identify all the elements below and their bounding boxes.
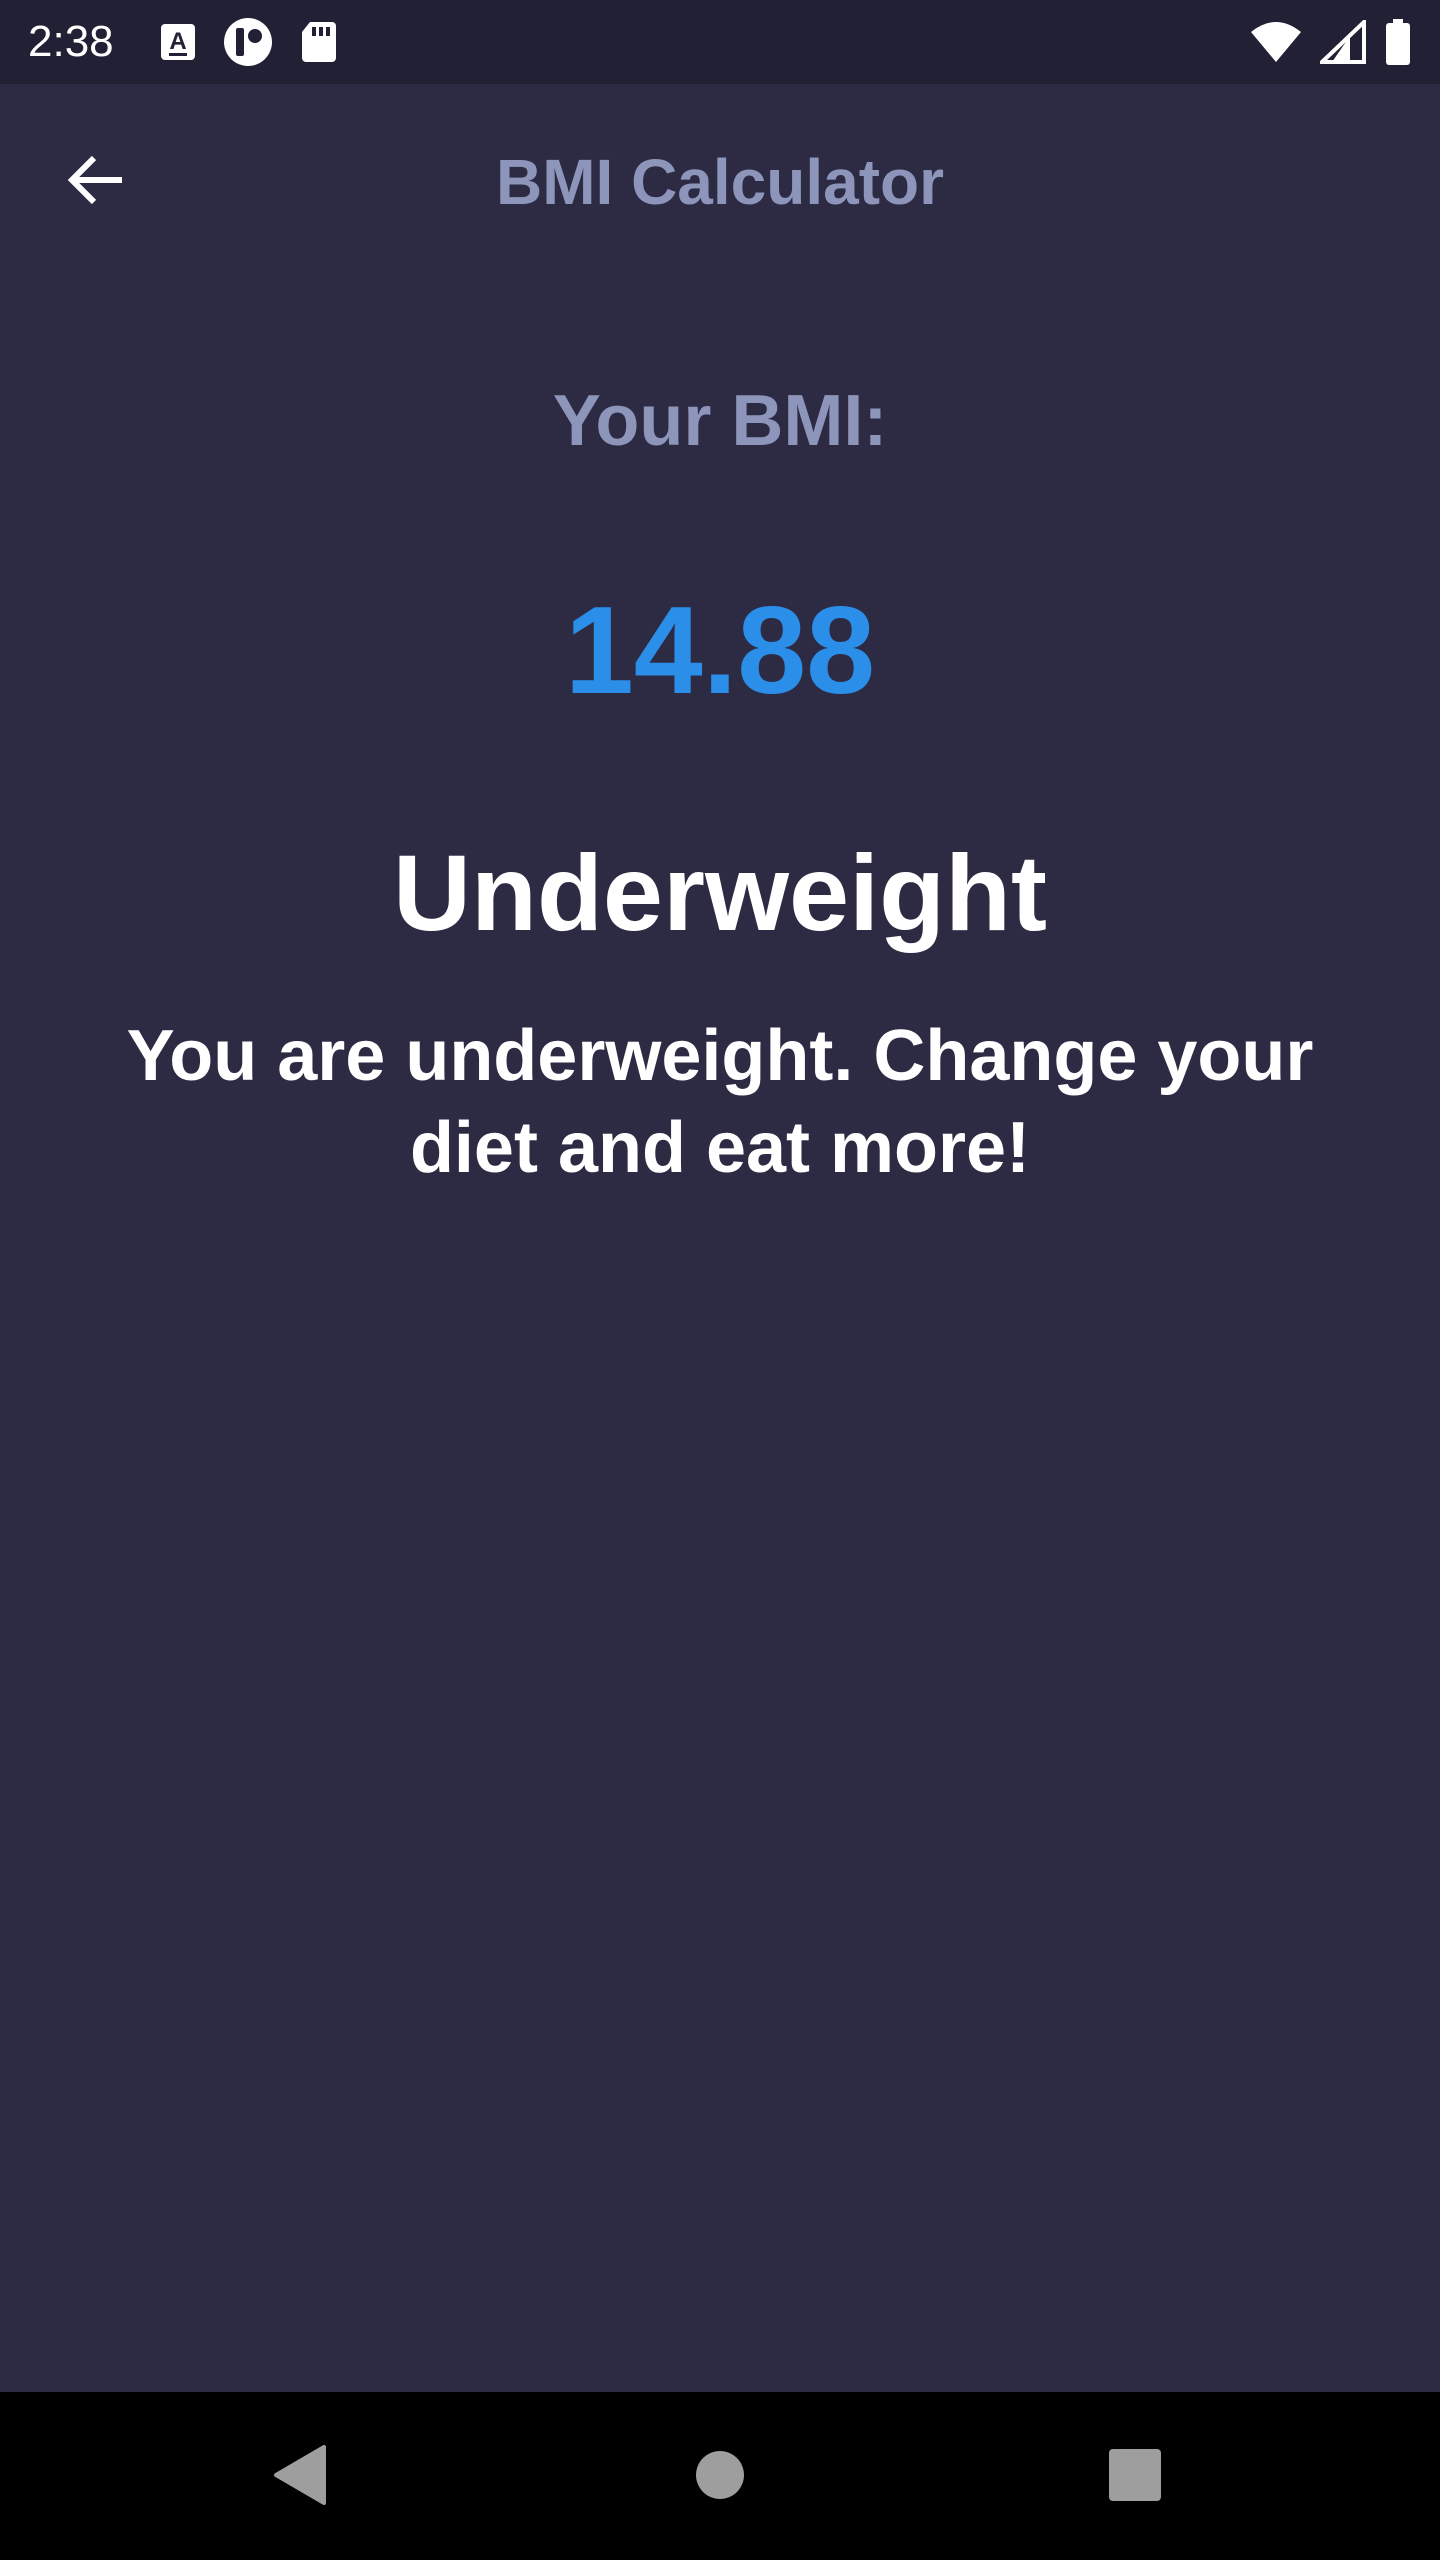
battery-icon [1384, 18, 1412, 66]
status-time: 2:38 [28, 17, 114, 66]
nav-home-icon [694, 2449, 746, 2506]
wifi-icon [1250, 20, 1302, 64]
nav-home-button[interactable] [675, 2432, 765, 2522]
bmi-category: Underweight [392, 832, 1047, 953]
nav-back-button[interactable] [255, 2432, 345, 2522]
nav-back-icon [270, 2443, 330, 2512]
status-bar: 2:38 A [0, 0, 1440, 84]
nav-recents-icon [1108, 2448, 1162, 2507]
navigation-bar [0, 2392, 1440, 2560]
font-a-icon: A [160, 23, 196, 61]
cell-signal-icon [1320, 20, 1366, 64]
bmi-advice: You are underweight. Change your diet an… [126, 1016, 1314, 1188]
nav-recents-button[interactable] [1090, 2432, 1180, 2522]
screen: 2:38 A BMI Calculator Your BMI: 14.88 Un… [0, 0, 1440, 2560]
bmi-value: 14.88 [564, 582, 876, 720]
back-button[interactable] [48, 134, 144, 230]
status-icons-left: A [160, 16, 338, 68]
status-icons-right [1250, 18, 1412, 66]
svg-text:A: A [169, 28, 186, 55]
app-title: BMI Calculator [495, 146, 945, 218]
app-bar: BMI Calculator [0, 84, 1440, 280]
arrow-back-icon [64, 148, 128, 217]
sd-card-icon [300, 20, 338, 64]
media-badge-icon [222, 16, 274, 68]
result-label: Your BMI: [552, 381, 888, 461]
